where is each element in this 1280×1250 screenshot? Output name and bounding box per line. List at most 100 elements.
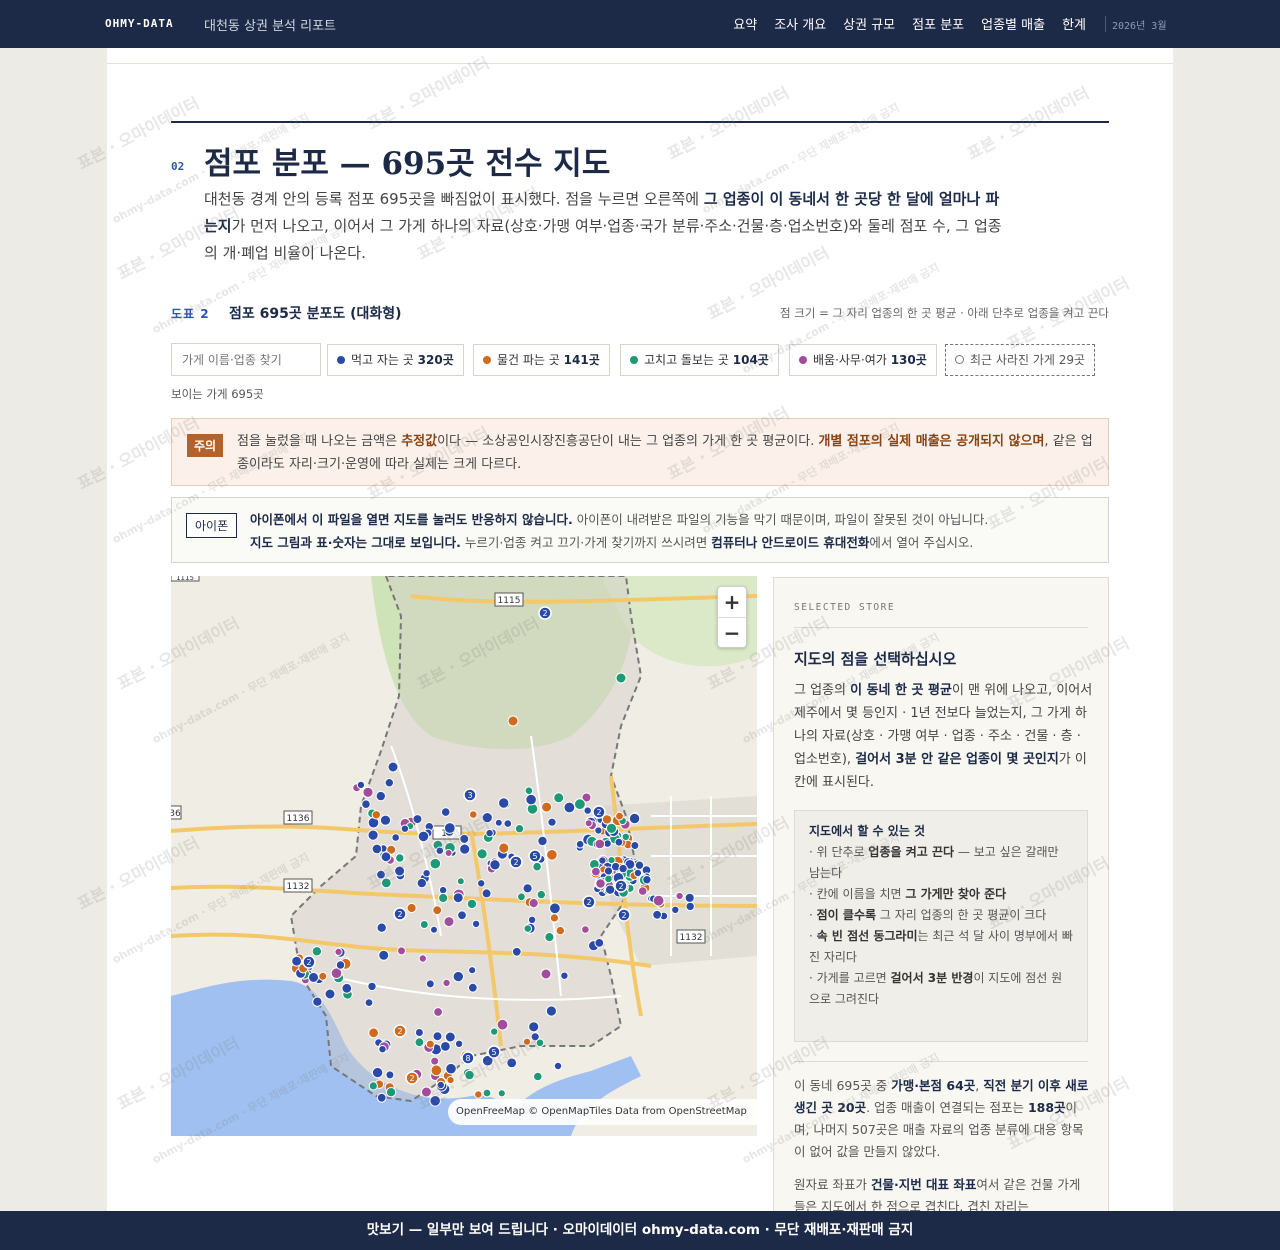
store-point[interactable] [430,1056,440,1066]
zoom-out-button[interactable]: − [718,617,746,647]
store-point[interactable] [547,817,557,827]
store-point[interactable] [422,869,431,878]
store-point[interactable] [443,916,455,928]
store-point[interactable] [618,863,628,874]
store-point[interactable] [464,1069,475,1081]
store-point[interactable] [371,1066,384,1079]
store-point[interactable] [435,846,444,855]
store-point[interactable] [498,797,510,809]
store-point[interactable] [628,812,641,825]
store-point[interactable] [379,814,392,826]
store-point[interactable] [438,892,449,904]
store-point[interactable] [466,898,478,910]
store-point[interactable] [391,833,400,842]
store-point[interactable] [312,996,323,1007]
store-point[interactable] [522,883,533,894]
store-point[interactable] [364,998,374,1008]
store-point[interactable] [367,829,379,841]
store-point[interactable] [436,1080,445,1090]
map-canvas[interactable]: 1115 1115 1136 1132 1132 11 36 2 3 2 2 5… [171,576,757,1136]
store-point[interactable] [394,865,406,877]
store-point[interactable] [442,978,451,988]
store-point[interactable] [594,838,606,850]
store-point[interactable] [341,982,353,994]
store-point[interactable] [432,905,443,916]
store-point[interactable] [630,841,640,850]
store-point[interactable] [335,960,346,970]
store-point[interactable] [425,1039,435,1049]
store-point[interactable] [397,946,406,956]
store-point[interactable] [489,859,501,871]
store-point[interactable] [544,932,555,943]
store-point[interactable] [385,1087,397,1098]
store-point[interactable] [525,793,537,806]
store-point[interactable] [459,843,471,855]
store-point[interactable] [459,833,470,844]
store-point[interactable] [418,954,428,963]
store-point[interactable] [446,1076,455,1085]
store-point[interactable] [406,902,417,914]
cluster-marker[interactable]: 2 [592,805,606,819]
store-point[interactable] [318,971,328,981]
cluster-marker[interactable]: 2 [617,908,631,922]
cluster-marker[interactable]: 2 [614,879,628,893]
store-point[interactable] [560,971,569,980]
store-point[interactable] [368,1027,380,1039]
filter-chip-education-office-leisure[interactable]: 배움·사무·여가 130곳 [789,344,937,376]
store-point[interactable] [485,828,494,838]
store-point[interactable] [604,884,616,895]
store-point[interactable] [452,970,464,983]
store-point[interactable] [444,1031,456,1043]
store-point[interactable] [549,913,559,923]
store-point[interactable] [454,1039,464,1048]
store-point[interactable] [591,866,601,877]
nav-limitations[interactable]: 한계 [1062,14,1086,33]
cluster-marker[interactable]: 8 [461,1051,475,1065]
store-point[interactable] [535,1038,545,1048]
cluster-marker[interactable]: 2 [393,907,407,921]
store-point[interactable] [684,892,695,903]
store-point[interactable] [553,792,565,804]
store-point[interactable] [361,799,371,809]
store-point[interactable] [540,968,552,980]
store-search-input[interactable] [171,343,321,376]
store-point[interactable] [443,822,456,834]
store-point[interactable] [603,866,614,876]
store-point[interactable] [637,886,648,896]
store-point[interactable] [605,822,618,834]
store-point[interactable] [537,835,548,847]
store-point[interactable] [425,979,435,989]
store-point[interactable] [384,778,395,788]
store-point[interactable] [376,1092,387,1103]
store-point[interactable] [563,801,576,814]
store-point[interactable] [675,891,684,901]
store-point[interactable] [429,857,442,870]
store-point[interactable] [574,798,586,811]
store-point[interactable] [481,812,493,824]
cluster-marker[interactable]: 2 [538,606,552,620]
store-point[interactable] [457,910,467,921]
store-point[interactable] [467,982,478,993]
zoom-in-button[interactable]: + [718,587,746,617]
store-point[interactable] [416,877,428,889]
nav-summary[interactable]: 요약 [733,14,757,33]
store-point[interactable] [362,786,374,798]
store-point[interactable] [444,849,453,857]
store-point[interactable] [517,892,526,902]
store-point[interactable] [549,902,561,915]
store-point[interactable] [555,925,565,936]
store-point[interactable] [477,879,486,888]
store-point[interactable] [433,1007,444,1017]
store-point[interactable] [615,811,624,821]
store-point[interactable] [375,790,387,802]
store-point[interactable] [604,874,613,884]
store-point[interactable] [380,851,392,863]
store-point[interactable] [490,1027,499,1036]
store-point[interactable] [378,949,390,961]
store-point[interactable] [652,909,663,920]
store-point[interactable] [469,810,478,819]
store-point[interactable] [496,1018,509,1031]
store-point[interactable] [308,971,319,983]
store-point[interactable] [524,786,534,795]
store-point[interactable] [429,1095,442,1107]
